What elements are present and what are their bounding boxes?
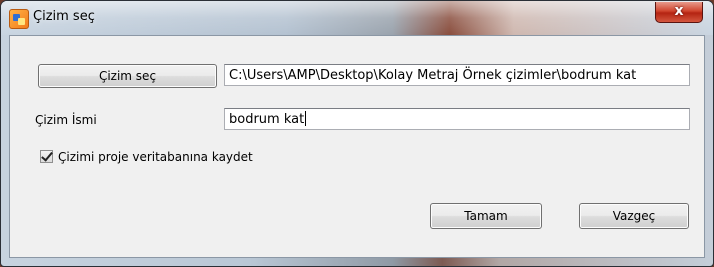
dialog-window: Çizim seç x Çizim seç C:\Users\AMP\Deskt…	[0, 0, 714, 267]
select-drawing-button[interactable]: Çizim seç	[38, 64, 217, 88]
save-to-db-checkbox[interactable]	[40, 150, 53, 163]
app-icon	[9, 9, 29, 29]
drawing-name-field[interactable]: bodrum kat	[224, 108, 690, 130]
ok-button[interactable]: Tamam	[430, 203, 542, 229]
close-icon: x	[674, 3, 684, 19]
close-button[interactable]: x	[655, 2, 703, 23]
drawing-name-value: bodrum kat	[229, 112, 305, 127]
dialog-body: Çizim seç C:\Users\AMP\Desktop\Kolay Met…	[9, 35, 705, 258]
title-bar[interactable]: Çizim seç x	[1, 1, 713, 35]
save-to-db-label[interactable]: Çizimi proje veritabanına kaydet	[58, 150, 253, 164]
path-field[interactable]: C:\Users\AMP\Desktop\Kolay Metraj Örnek …	[224, 64, 690, 86]
drawing-name-label: Çizim İsmi	[35, 113, 97, 127]
cancel-button[interactable]: Vazgeç	[579, 203, 689, 229]
text-caret	[305, 111, 307, 126]
window-title: Çizim seç	[33, 9, 95, 24]
